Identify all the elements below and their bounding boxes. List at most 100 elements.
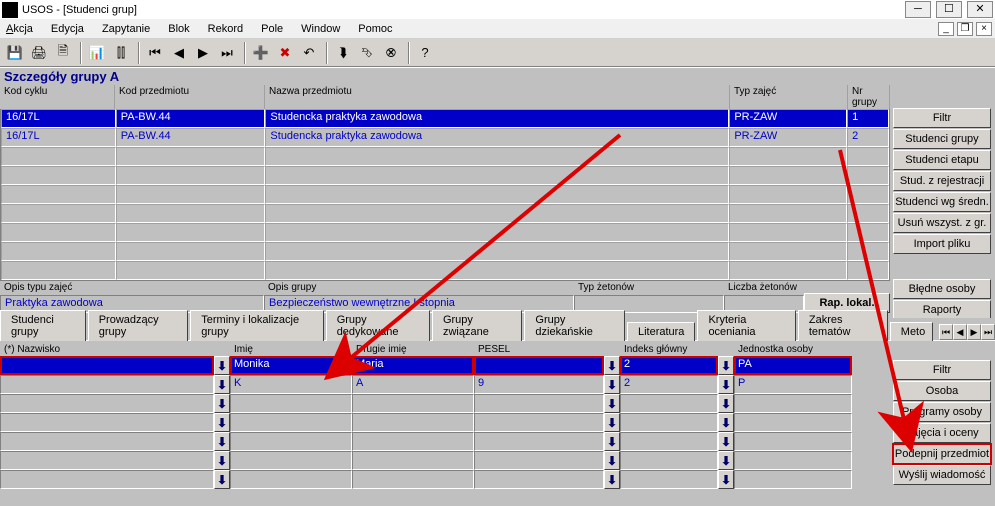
grid-groups[interactable]: 16/17L PA-BW.44 Studencka praktyka zawod… bbox=[0, 109, 890, 281]
menu-rekord[interactable]: Rekord bbox=[208, 23, 243, 35]
lov-icon[interactable]: ⬇ bbox=[604, 470, 620, 489]
tab-scroll-last-icon[interactable]: ⏭ bbox=[981, 324, 995, 340]
prev-icon[interactable]: ◀ bbox=[168, 42, 190, 64]
menu-pomoc[interactable]: Pomoc bbox=[358, 23, 392, 35]
tab-grupy-zwiazane[interactable]: Grupy związane bbox=[432, 310, 522, 341]
cell-indeks[interactable]: 2 bbox=[620, 356, 718, 375]
student-row[interactable]: ⬇ Monika Maria ⬇ 2 ⬇ PA bbox=[0, 356, 995, 375]
cell[interactable]: 16/17L bbox=[1, 128, 116, 147]
tab-terminy-lokalizacje[interactable]: Terminy i lokalizacje grupy bbox=[190, 310, 323, 341]
menu-window[interactable]: Window bbox=[301, 23, 340, 35]
cell[interactable]: 16/17L bbox=[1, 109, 116, 128]
lov-icon[interactable]: ⬇ bbox=[214, 394, 230, 413]
menu-blok[interactable]: Blok bbox=[168, 23, 189, 35]
lov-icon[interactable]: ⬇ bbox=[718, 451, 734, 470]
maximize-button[interactable]: ☐ bbox=[936, 1, 962, 18]
last-icon[interactable]: ⏭ bbox=[216, 42, 238, 64]
cell-nazwisko[interactable] bbox=[0, 375, 214, 394]
print-icon[interactable]: 🖨 bbox=[28, 42, 50, 64]
student-row[interactable]: ⬇ K A 9 ⬇ 2 ⬇ P bbox=[0, 375, 995, 394]
cell-imie[interactable]: Monika bbox=[230, 356, 352, 375]
lov-icon[interactable]: ⬇ bbox=[214, 375, 230, 394]
cell-pesel[interactable] bbox=[474, 356, 604, 375]
cell[interactable]: Studencka praktyka zawodowa bbox=[265, 128, 729, 147]
lov-icon[interactable]: ⬇ bbox=[718, 356, 734, 375]
cell-indeks[interactable]: 2 bbox=[620, 375, 718, 394]
zajecia-i-oceny-button[interactable]: Zajęcia i oceny bbox=[893, 423, 991, 443]
tab-grupy-dziekanskie[interactable]: Grupy dziekańskie bbox=[524, 310, 625, 341]
bledne-osoby-button[interactable]: Błędne osoby bbox=[893, 279, 991, 299]
menu-zapytanie[interactable]: Zapytanie bbox=[102, 23, 150, 35]
tab-grupy-dedykowane[interactable]: Grupy dedykowane bbox=[326, 310, 430, 341]
lov-icon[interactable]: ⬇ bbox=[718, 470, 734, 489]
cell-drugie-imie[interactable]: Maria bbox=[352, 356, 474, 375]
osoba-button[interactable]: Osoba bbox=[893, 381, 991, 401]
studenci-wg-sredn-button[interactable]: Studenci wg średn. bbox=[893, 192, 991, 212]
podepnij-przedmiot-button[interactable]: Podepnij przedmiot bbox=[893, 444, 991, 464]
cell-jednostka[interactable]: PA bbox=[734, 356, 852, 375]
import-pliku-button[interactable]: Import pliku bbox=[893, 234, 991, 254]
print-setup-icon[interactable]: 🗎 bbox=[52, 42, 74, 64]
lov-icon[interactable]: ⬇ bbox=[604, 413, 620, 432]
next-icon[interactable]: ▶ bbox=[192, 42, 214, 64]
lov-icon[interactable]: ⬇ bbox=[718, 413, 734, 432]
mdi-restore-button[interactable]: ❐ bbox=[957, 22, 973, 36]
studenci-grupy-button[interactable]: Studenci grupy bbox=[893, 129, 991, 149]
save-icon[interactable]: 💾 bbox=[4, 42, 26, 64]
mdi-minimize-button[interactable]: _ bbox=[938, 22, 954, 36]
tab-scroll-next-icon[interactable]: ▶ bbox=[967, 324, 981, 340]
menu-pole[interactable]: Pole bbox=[261, 23, 283, 35]
programy-osoby-button[interactable]: Programy osoby bbox=[893, 402, 991, 422]
wyslij-wiadomosc-button[interactable]: Wyślij wiadomość bbox=[893, 465, 991, 485]
grid-row[interactable]: 16/17L PA-BW.44 Studencka praktyka zawod… bbox=[1, 128, 889, 147]
query-run-icon[interactable]: ⮷ bbox=[356, 42, 378, 64]
cell[interactable]: 1 bbox=[847, 109, 889, 128]
minimize-button[interactable]: ─ bbox=[905, 1, 931, 18]
cell[interactable]: PR-ZAW bbox=[729, 128, 847, 147]
tab-prowadzacy-grupy[interactable]: Prowadzący grupy bbox=[88, 310, 189, 341]
query-start-icon[interactable]: ⮯ bbox=[332, 42, 354, 64]
lov-icon[interactable]: ⬇ bbox=[214, 356, 230, 375]
menu-edycja[interactable]: Edycja bbox=[51, 23, 84, 35]
grid-row[interactable]: 16/17L PA-BW.44 Studencka praktyka zawod… bbox=[1, 109, 889, 128]
filtr-student-button[interactable]: Filtr bbox=[893, 360, 991, 380]
first-icon[interactable]: ⏮ bbox=[144, 42, 166, 64]
lov-icon[interactable]: ⬇ bbox=[604, 394, 620, 413]
cell-imie[interactable]: K bbox=[230, 375, 352, 394]
remove-red-icon[interactable]: ✖ bbox=[274, 42, 296, 64]
tab-scroll-first-icon[interactable]: ⏮ bbox=[939, 324, 953, 340]
cell[interactable]: PA-BW.44 bbox=[116, 109, 266, 128]
tab-studenci-grupy[interactable]: Studenci grupy bbox=[0, 310, 86, 341]
tab-kryteria-oceniania[interactable]: Kryteria oceniania bbox=[697, 310, 795, 341]
stud-z-rejestracji-button[interactable]: Stud. z rejestracji bbox=[893, 171, 991, 191]
undo-icon[interactable]: ↶ bbox=[298, 42, 320, 64]
cell-drugie-imie[interactable]: A bbox=[352, 375, 474, 394]
lov-icon[interactable]: ⬇ bbox=[604, 451, 620, 470]
lov-icon[interactable]: ⬇ bbox=[214, 451, 230, 470]
lov-icon[interactable]: ⬇ bbox=[718, 375, 734, 394]
raporty-button[interactable]: Raporty bbox=[893, 300, 991, 320]
tab-literatura[interactable]: Literatura bbox=[627, 322, 695, 341]
cell[interactable]: PR-ZAW bbox=[729, 109, 847, 128]
help-icon[interactable]: ? bbox=[414, 42, 436, 64]
lov-icon[interactable]: ⬇ bbox=[214, 470, 230, 489]
lov-icon[interactable]: ⬇ bbox=[718, 432, 734, 451]
cell-pesel[interactable]: 9 bbox=[474, 375, 604, 394]
chart-icon[interactable]: 📊 bbox=[86, 42, 108, 64]
lov-icon[interactable]: ⬇ bbox=[214, 432, 230, 451]
cell[interactable]: Studencka praktyka zawodowa bbox=[265, 109, 729, 128]
tab-scroll-prev-icon[interactable]: ◀ bbox=[953, 324, 967, 340]
bars-icon[interactable]: ⫿⫿ bbox=[110, 42, 132, 64]
cell-nazwisko[interactable] bbox=[0, 356, 214, 375]
studenci-etapu-button[interactable]: Studenci etapu bbox=[893, 150, 991, 170]
tab-metody[interactable]: Meto bbox=[890, 322, 933, 341]
menu-akcja[interactable]: AAkcjakcja bbox=[6, 23, 33, 35]
filtr-button[interactable]: Filtr bbox=[893, 108, 991, 128]
usun-wszyst-button[interactable]: Usuń wszyst. z gr. bbox=[893, 213, 991, 233]
query-cancel-icon[interactable]: ⮿ bbox=[380, 42, 402, 64]
lov-icon[interactable]: ⬇ bbox=[604, 432, 620, 451]
mdi-close-button[interactable]: × bbox=[976, 22, 992, 36]
lov-icon[interactable]: ⬇ bbox=[718, 394, 734, 413]
cell[interactable]: 2 bbox=[847, 128, 889, 147]
cell[interactable]: PA-BW.44 bbox=[116, 128, 266, 147]
